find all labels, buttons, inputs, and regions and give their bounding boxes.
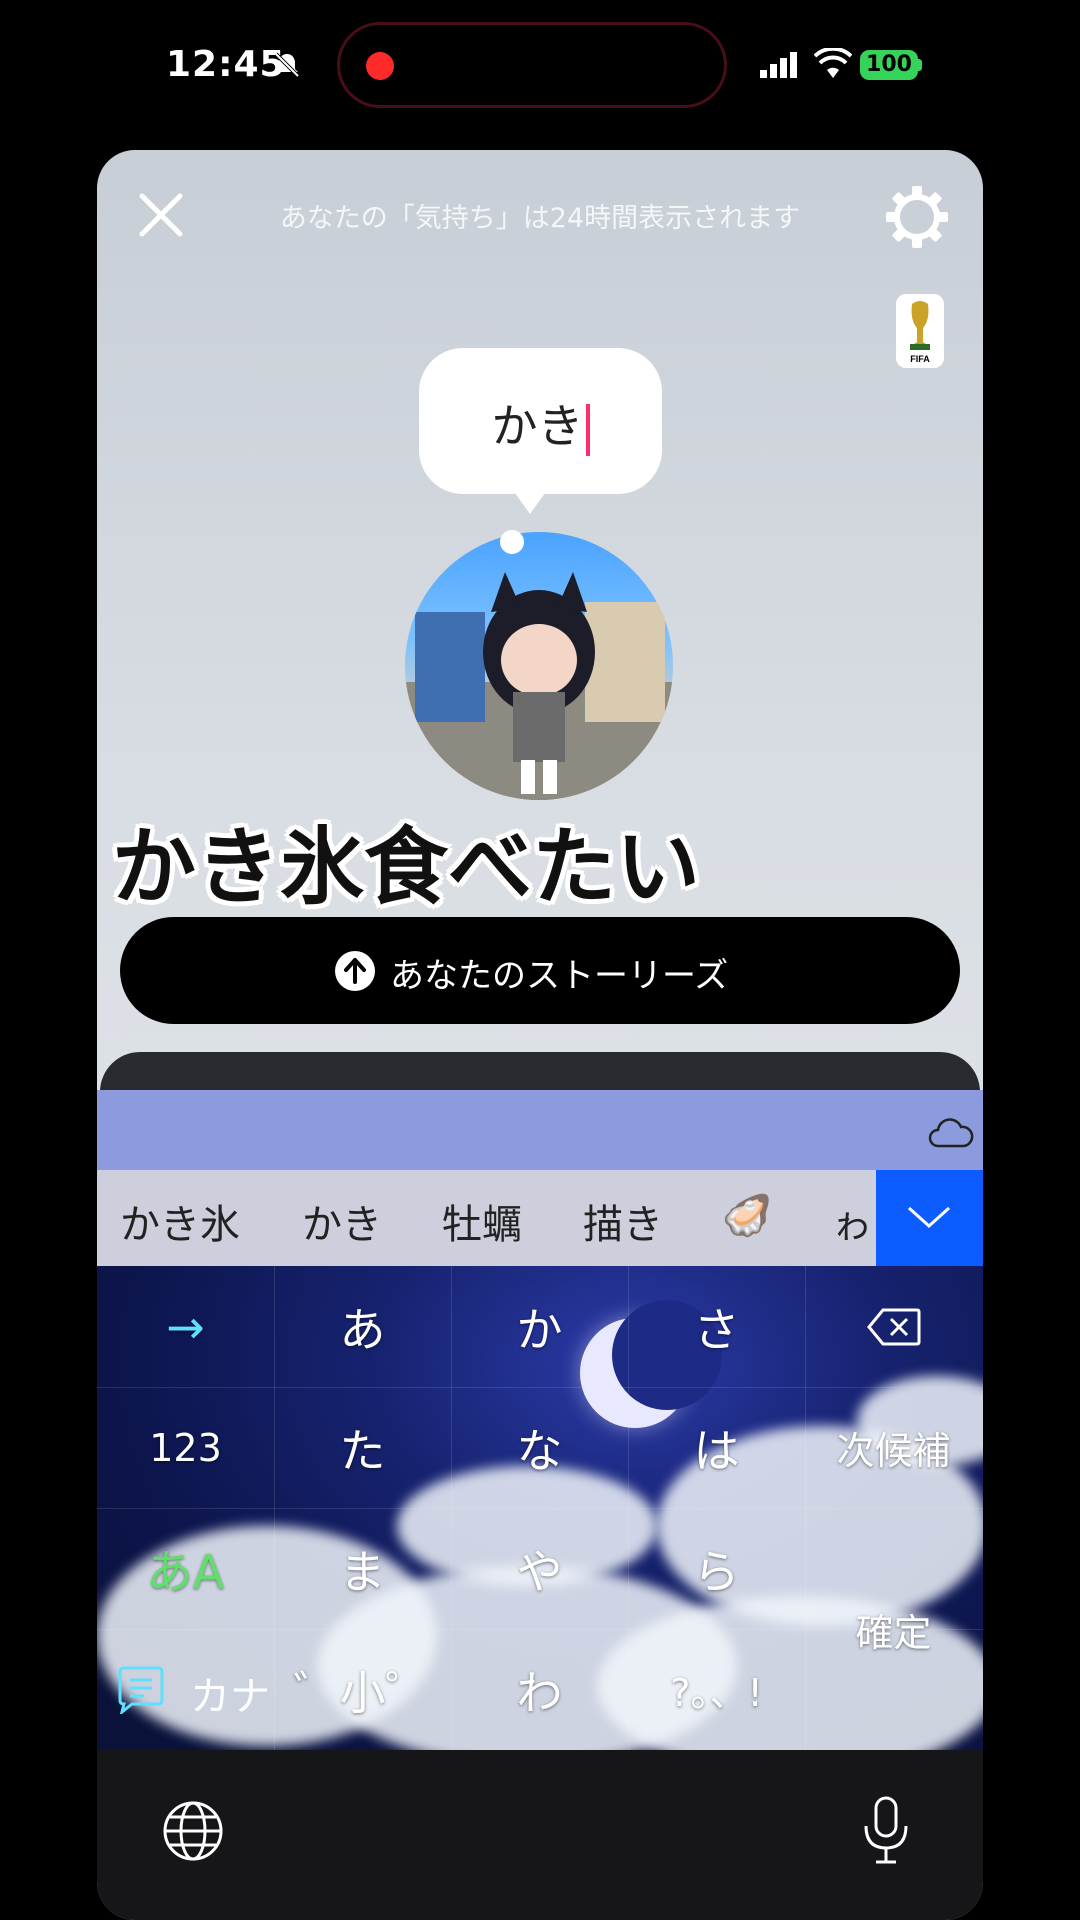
key-wa[interactable]: わ: [451, 1629, 628, 1750]
speech-bubble-tail: [510, 486, 550, 514]
input-mode-key[interactable]: あA: [97, 1508, 274, 1629]
upload-arrow-icon: [335, 951, 375, 991]
key-ha[interactable]: は: [628, 1387, 805, 1508]
collapse-candidates-button[interactable]: [876, 1170, 983, 1266]
globe-icon[interactable]: [162, 1800, 224, 1862]
keyboard-bottom-bar: [97, 1750, 983, 1920]
key-ma[interactable]: ま: [274, 1508, 451, 1629]
dynamic-island: [337, 22, 727, 108]
status-time: 12:45: [166, 44, 286, 85]
key-a[interactable]: あ: [274, 1266, 451, 1387]
battery-tip: [918, 59, 922, 71]
candidate-item[interactable]: ゎ: [832, 1192, 872, 1250]
mood-text: かき氷食べたい: [112, 818, 701, 916]
candidate-item[interactable]: かき氷: [120, 1192, 240, 1250]
kana-key[interactable]: カナ: [190, 1664, 270, 1722]
mic-icon[interactable]: [862, 1796, 910, 1866]
keyboard-toolbar: [97, 1090, 983, 1170]
backspace-icon: [866, 1308, 920, 1345]
recording-indicator: [366, 52, 394, 80]
key-ra[interactable]: ら: [628, 1508, 805, 1629]
dakuten-key[interactable]: ゛小゜: [274, 1629, 451, 1750]
key-ka[interactable]: か: [451, 1266, 628, 1387]
punctuation-key[interactable]: ?。、!: [628, 1629, 805, 1750]
fifa-label: FIFA: [910, 354, 930, 364]
chat-icon[interactable]: [116, 1666, 166, 1716]
chevron-down-icon: [907, 1206, 951, 1229]
backspace-key[interactable]: [805, 1266, 982, 1387]
key-na[interactable]: な: [451, 1387, 628, 1508]
confirm-key[interactable]: 確定: [805, 1508, 982, 1750]
key-ya[interactable]: や: [451, 1508, 628, 1629]
avatar: [405, 532, 673, 800]
cloud-icon[interactable]: [928, 1116, 974, 1150]
wifi-icon: [814, 48, 852, 78]
key-ta[interactable]: た: [274, 1387, 451, 1508]
candidate-item[interactable]: 🦪: [722, 1192, 772, 1239]
bubble-anchor-dot: [500, 530, 524, 554]
text-caret: [585, 403, 590, 456]
cellular-signal-icon: [760, 52, 797, 78]
bell-muted-icon: [274, 52, 300, 78]
gear-icon[interactable]: [886, 186, 948, 248]
bubble-text: かき: [491, 399, 584, 453]
trophy-icon: FIFA: [910, 301, 930, 364]
close-icon[interactable]: [138, 192, 184, 238]
avatar-illustration: [405, 572, 673, 800]
cursor-right-key[interactable]: →: [97, 1266, 274, 1387]
next-candidate-key[interactable]: 次候補: [805, 1387, 982, 1508]
candidate-item[interactable]: かき: [302, 1192, 382, 1250]
candidate-item[interactable]: 牡蠣: [442, 1192, 522, 1250]
header-note: あなたの「気持ち」は24時間表示されます: [279, 203, 801, 234]
key-sa[interactable]: さ: [628, 1266, 805, 1387]
bubble-input[interactable]: かき: [419, 390, 662, 456]
battery-indicator: 100: [860, 50, 918, 80]
candidate-item[interactable]: 描き: [583, 1192, 663, 1250]
fifa-badge[interactable]: FIFA: [896, 294, 944, 368]
your-stories-label: あなたのストーリーズ: [390, 956, 729, 996]
numbers-key[interactable]: 123: [97, 1387, 274, 1508]
